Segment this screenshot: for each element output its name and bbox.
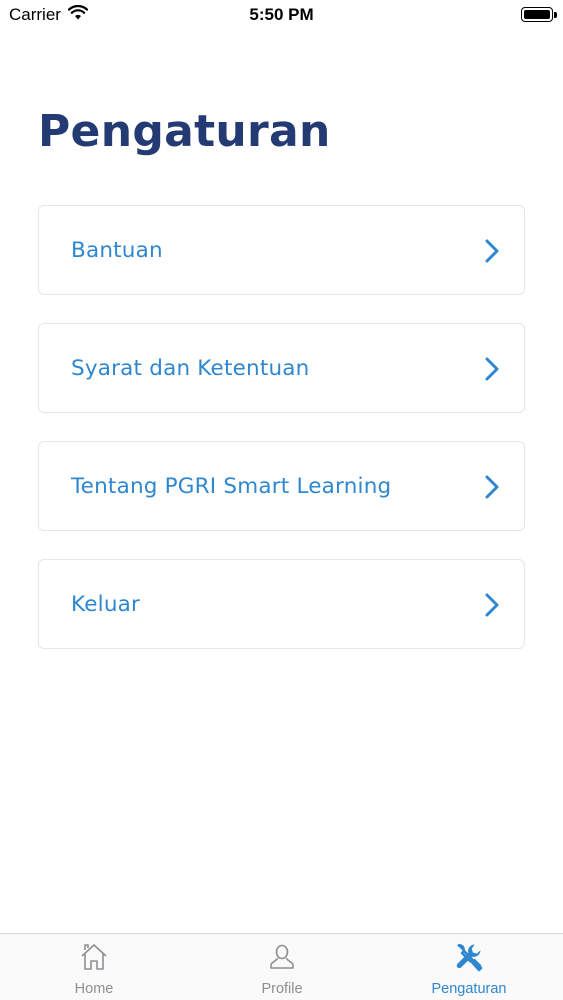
menu-item-keluar[interactable]: Keluar (38, 559, 525, 649)
chevron-right-icon (485, 357, 499, 381)
settings-screen: Carrier 5:50 PM Pengaturan Bantuan Syara… (0, 0, 563, 1000)
chevron-right-icon (485, 475, 499, 499)
chevron-right-icon (485, 239, 499, 263)
menu-item-label: Bantuan (71, 238, 163, 263)
tab-home[interactable]: Home (0, 934, 188, 1000)
tab-label: Profile (261, 981, 303, 997)
person-icon (270, 944, 294, 969)
tab-bar: Home Profile Pengaturan (0, 933, 563, 1000)
menu-item-bantuan[interactable]: Bantuan (38, 205, 525, 295)
home-icon (81, 944, 107, 970)
clock: 5:50 PM (249, 5, 314, 24)
menu-item-label: Keluar (71, 592, 141, 617)
menu-item-label: Syarat dan Ketentuan (71, 356, 310, 381)
tab-label: Pengaturan (431, 981, 507, 997)
tab-pengaturan[interactable]: Pengaturan (375, 934, 563, 1000)
tab-profile[interactable]: Profile (188, 934, 376, 1000)
menu-item-syarat-dan-ketentuan[interactable]: Syarat dan Ketentuan (38, 323, 525, 413)
menu-item-label: Tentang PGRI Smart Learning (71, 474, 392, 499)
battery-icon (521, 7, 557, 22)
chevron-right-icon (485, 593, 499, 617)
tab-label: Home (74, 981, 114, 997)
settings-menu: Bantuan Syarat dan Ketentuan Tentang PGR… (38, 205, 525, 677)
tools-icon (456, 943, 483, 972)
page-title: Pengaturan (38, 106, 331, 157)
status-bar: Carrier 5:50 PM (0, 0, 563, 30)
menu-item-tentang[interactable]: Tentang PGRI Smart Learning (38, 441, 525, 531)
